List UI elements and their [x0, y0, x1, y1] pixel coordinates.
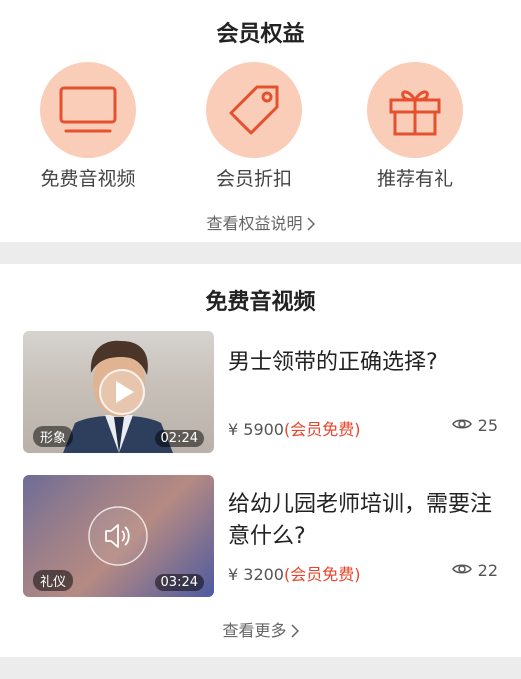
category-tag: 形象: [33, 426, 74, 447]
view-count-value: 22: [477, 561, 498, 580]
category-tag: 礼仪: [33, 570, 74, 591]
chevron-right-icon: [306, 216, 315, 235]
video-item[interactable]: 形象 02:24 男士领带的正确选择? ¥ 5900(会员免费) 25: [23, 331, 498, 455]
tag-icon: [206, 62, 302, 158]
speaker-icon[interactable]: [87, 505, 149, 567]
view-more-link[interactable]: 查看更多: [0, 617, 521, 642]
chevron-right-icon: [290, 623, 299, 642]
benefits-section: 会员权益 免费音视频 会员折扣 推荐有礼 查看权益说明: [0, 0, 521, 242]
benefit-discount[interactable]: 会员折扣: [189, 62, 319, 191]
view-count-value: 25: [477, 416, 498, 435]
member-free-note: (会员免费): [283, 565, 361, 584]
duration-badge: 02:24: [154, 430, 204, 447]
benefit-referral[interactable]: 推荐有礼: [350, 62, 480, 191]
video-title[interactable]: 男士领带的正确选择?: [228, 347, 498, 379]
price-value: ¥ 5900: [228, 420, 284, 439]
video-price: ¥ 3200(会员免费): [228, 561, 360, 585]
video-thumbnail[interactable]: 形象 02:24: [23, 331, 214, 453]
benefit-free-media[interactable]: 免费音视频: [23, 62, 153, 191]
view-benefits-label: 查看权益说明: [206, 214, 303, 233]
duration-badge: 03:24: [154, 574, 204, 591]
eye-icon: [451, 416, 472, 435]
section-divider: [0, 242, 521, 264]
video-title[interactable]: 给幼儿园老师培训，需要注意什么?: [228, 489, 498, 553]
view-count: 22: [451, 561, 498, 580]
benefit-label: 会员折扣: [215, 168, 292, 190]
member-free-note: (会员免费): [283, 420, 361, 439]
video-item[interactable]: 礼仪 03:24 给幼儿园老师培训，需要注意什么? ¥ 3200(会员免费) 2…: [23, 475, 498, 599]
view-benefits-link[interactable]: 查看权益说明: [0, 210, 521, 235]
eye-icon: [451, 561, 472, 580]
view-more-label: 查看更多: [222, 621, 287, 640]
video-thumbnail[interactable]: 礼仪 03:24: [23, 475, 214, 597]
tv-icon: [40, 62, 136, 158]
benefit-label: 免费音视频: [40, 168, 136, 190]
benefits-title: 会员权益: [216, 22, 305, 47]
benefit-label: 推荐有礼: [376, 168, 453, 190]
play-icon[interactable]: [98, 368, 146, 416]
video-price: ¥ 5900(会员免费): [228, 416, 360, 440]
videos-section: 免费音视频 形象 02:24 男士领带的正确选择? ¥ 5900(会员免费) 2…: [0, 264, 521, 657]
videos-title: 免费音视频: [205, 290, 316, 315]
price-value: ¥ 3200: [228, 565, 284, 584]
view-count: 25: [451, 416, 498, 435]
gift-icon: [367, 62, 463, 158]
